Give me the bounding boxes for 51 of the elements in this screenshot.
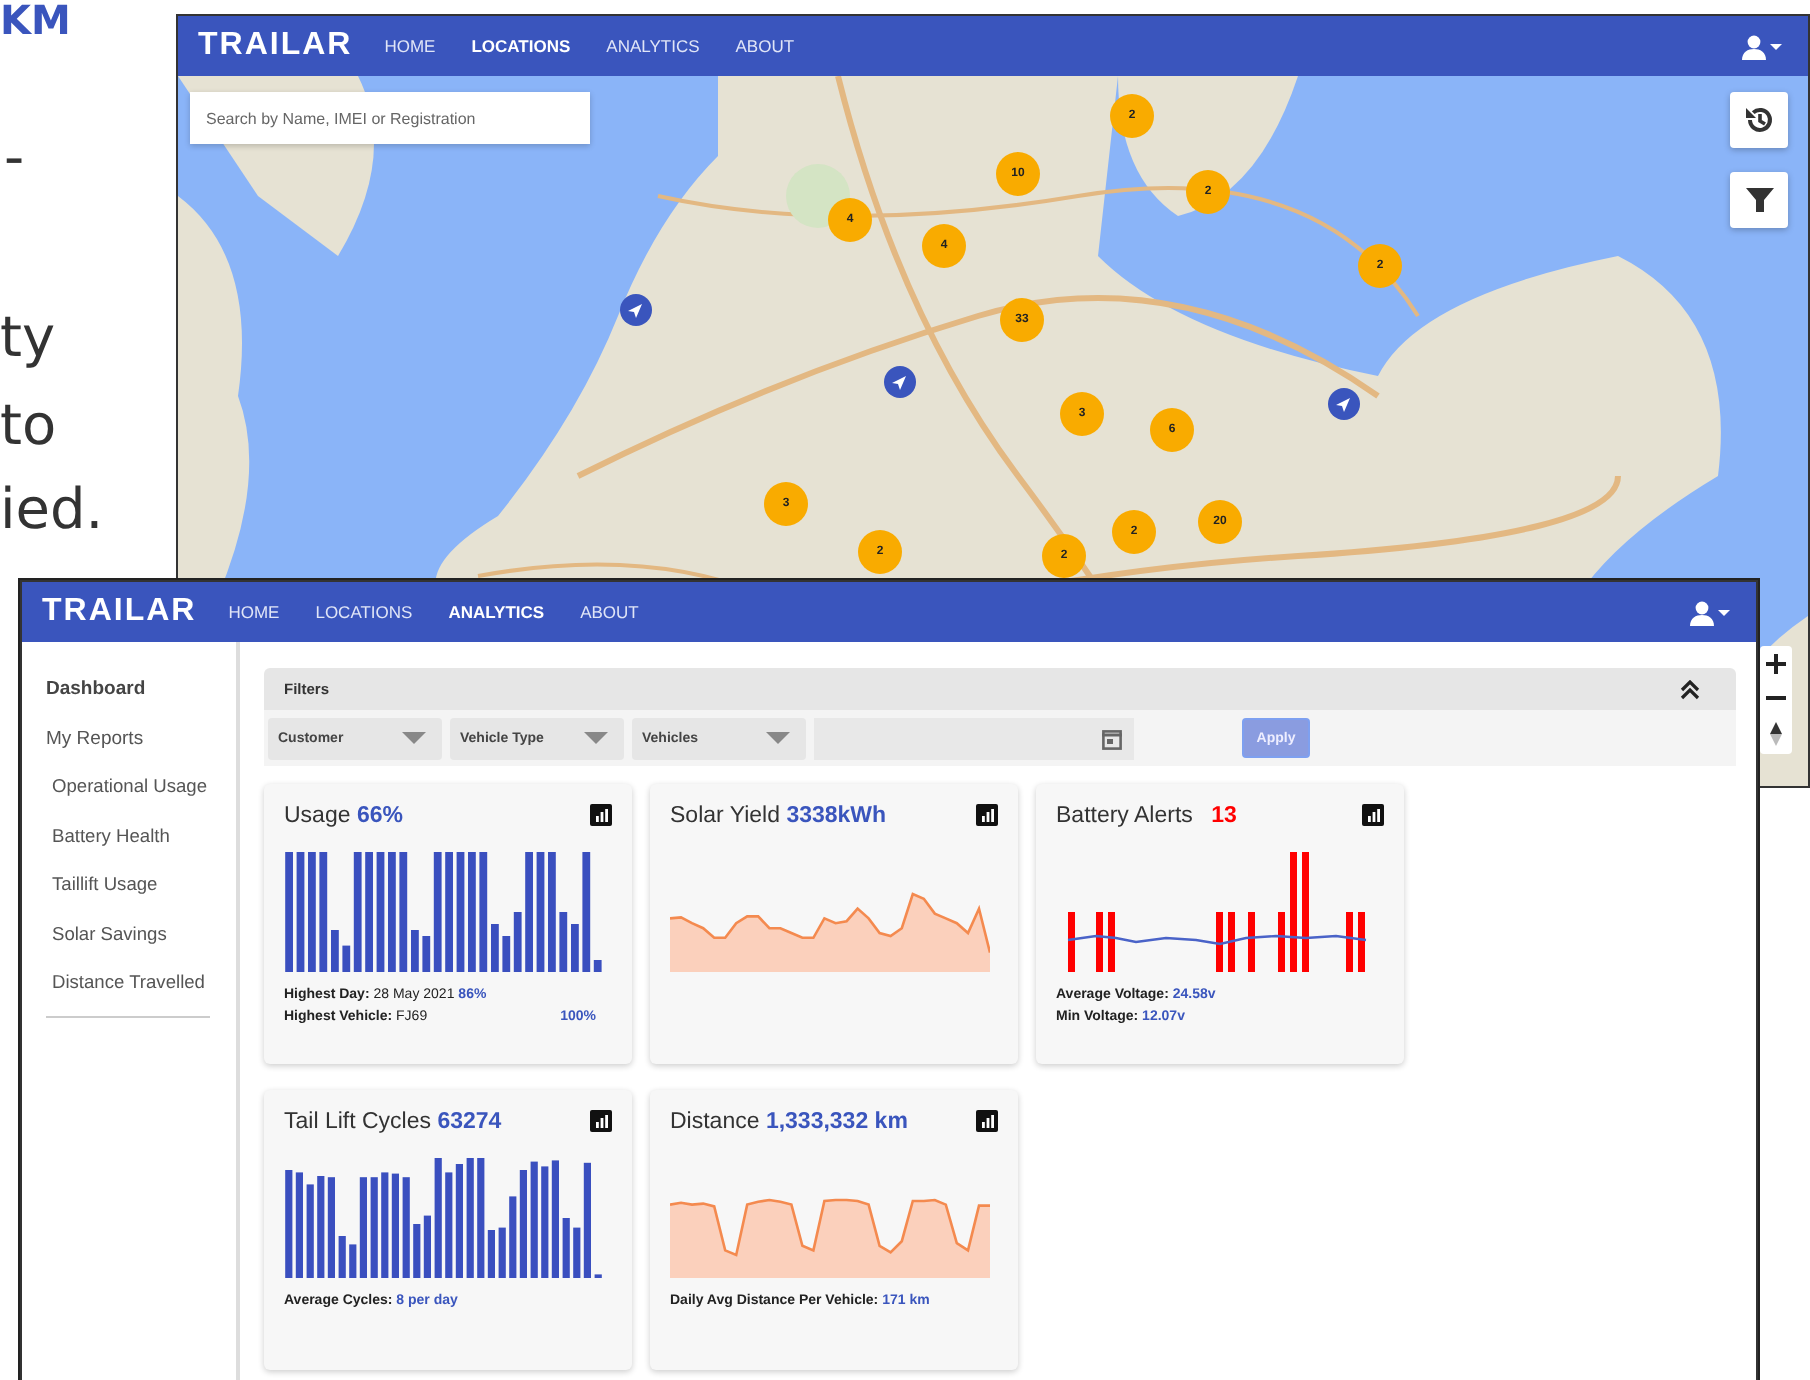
card-title: Tail Lift Cycles 63274 — [284, 1110, 502, 1134]
slide-text: to — [0, 392, 57, 458]
card-title: Usage 66% — [284, 804, 403, 828]
date-field[interactable] — [814, 717, 1134, 759]
zoom-in-icon[interactable] — [1766, 654, 1786, 674]
slide-text: ied. — [0, 476, 104, 542]
caret-icon — [584, 732, 608, 744]
sidebar-item[interactable]: Taillift Usage — [46, 874, 236, 923]
card-title: Distance 1,333,332 km — [670, 1110, 908, 1134]
chart-icon[interactable] — [1362, 804, 1384, 826]
nav-link[interactable]: HOME — [384, 36, 436, 56]
nav-link[interactable]: ABOUT — [580, 602, 639, 622]
sidebar-item[interactable]: My Reports — [46, 727, 236, 776]
slide-heading: KM — [0, 0, 71, 44]
collapse-icon[interactable] — [1680, 679, 1700, 699]
nav-link[interactable]: LOCATIONS — [471, 36, 571, 56]
user-menu-icon[interactable] — [1690, 599, 1732, 625]
card-title: Battery Alerts 13 — [1056, 804, 1237, 828]
nav-link[interactable]: HOME — [228, 602, 280, 622]
nav-link[interactable]: ANALYTICS — [448, 602, 545, 622]
logo[interactable]: TRAILAR — [42, 594, 197, 630]
nav-link[interactable]: ABOUT — [735, 36, 795, 56]
vehicle-marker-icon[interactable] — [620, 294, 652, 326]
history-button[interactable] — [1730, 92, 1788, 148]
sidebar-item[interactable]: Dashboard — [46, 678, 236, 727]
chart-icon[interactable] — [590, 804, 612, 826]
logo[interactable]: TRAILAR — [198, 28, 353, 64]
search-field[interactable]: Search by Name, IMEI or Registration — [190, 92, 590, 144]
vehicle-marker-icon[interactable] — [1328, 388, 1360, 420]
chart-icon[interactable] — [976, 1110, 998, 1132]
sidebar-item[interactable]: Battery Health — [46, 825, 236, 874]
chart-icon[interactable] — [976, 804, 998, 826]
user-menu-icon[interactable] — [1742, 33, 1784, 59]
chart-icon[interactable] — [590, 1110, 612, 1132]
slide-text: - — [4, 124, 25, 190]
history-icon — [1743, 104, 1775, 136]
filter-button[interactable] — [1730, 172, 1788, 228]
filter-icon — [1743, 184, 1775, 216]
calendar-icon — [1102, 727, 1122, 749]
caret-icon — [766, 732, 790, 744]
sidebar-item[interactable]: Operational Usage — [46, 776, 236, 825]
caret-icon — [402, 732, 426, 744]
compass-icon[interactable] — [1768, 722, 1784, 746]
sidebar-item[interactable]: Distance Travelled — [46, 972, 236, 1021]
card-title: Solar Yield 3338kWh — [670, 804, 887, 828]
slide-text: ty — [0, 304, 56, 370]
sidebar-item[interactable]: Solar Savings — [46, 923, 236, 972]
zoom-control[interactable] — [1760, 646, 1792, 754]
nav-link[interactable]: LOCATIONS — [315, 602, 413, 622]
nav-link[interactable]: ANALYTICS — [606, 36, 700, 56]
vehicle-marker-icon[interactable] — [884, 366, 916, 398]
